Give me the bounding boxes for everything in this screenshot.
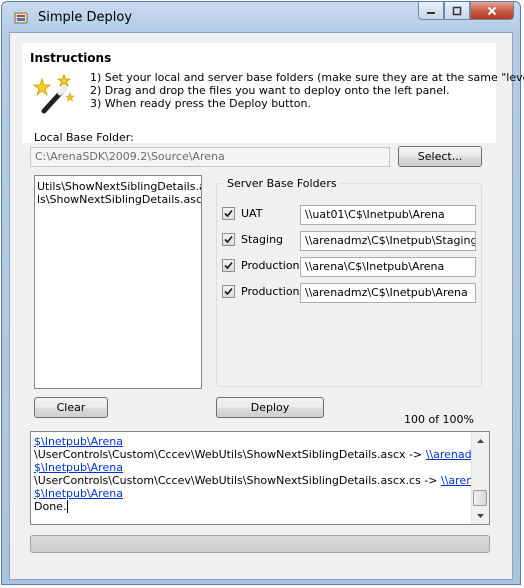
- arrow-up-icon: [477, 438, 484, 443]
- deploy-button[interactable]: Deploy: [216, 397, 324, 418]
- deploy-progress-bar: [30, 535, 490, 553]
- log-link[interactable]: \\arenadmz\C: [426, 448, 471, 461]
- maximize-button[interactable]: [444, 2, 470, 20]
- progress-status-text: 100 of 100%: [403, 413, 474, 426]
- select-folder-button[interactable]: Select...: [398, 146, 482, 167]
- instruction-line-2: 2) Drag and drop the files you want to d…: [90, 84, 450, 97]
- log-line: Done.​: [34, 500, 69, 513]
- minimize-icon: [427, 11, 435, 14]
- log-scrollbar[interactable]: [471, 432, 489, 524]
- production-1-path-input[interactable]: \\arena\C$\Inetpub\Arena: [300, 257, 476, 277]
- staging-checkbox[interactable]: [222, 233, 235, 246]
- production-1-checkbox[interactable]: [222, 259, 235, 272]
- log-line: \UserControls\Custom\Cccev\WebUtils\Show…: [34, 448, 471, 461]
- uat-checkbox[interactable]: [222, 207, 235, 220]
- app-icon: [14, 12, 28, 24]
- window-title: Simple Deploy: [38, 10, 133, 25]
- close-button[interactable]: [470, 2, 514, 20]
- staging-path-input[interactable]: \\arenadmz\C$\Inetpub\Staging\Arena: [300, 231, 476, 251]
- log-link[interactable]: \\arenadmz\C: [441, 474, 471, 487]
- instructions-panel: Instructions 1) Set your local and serve…: [22, 43, 524, 143]
- log-line: $\Inetpub\Arena: [34, 435, 471, 448]
- checkmark-icon: [224, 287, 233, 296]
- server-folders-title: Server Base Folders: [224, 177, 340, 190]
- scroll-up-arrow[interactable]: [472, 432, 489, 449]
- log-line: \UserControls\Custom\Cccev\WebUtils\Show…: [34, 474, 471, 487]
- production-1-label: Production: [241, 259, 300, 272]
- checkmark-icon: [224, 235, 233, 244]
- checkmark-icon: [224, 209, 233, 218]
- instruction-line-1: 1) Set your local and server base folder…: [90, 71, 524, 84]
- uat-label: UAT: [241, 207, 263, 220]
- log-link[interactable]: $\Inetpub\Arena: [34, 461, 123, 474]
- caption-buttons: [418, 2, 514, 22]
- deploy-file-list[interactable]: Utils\ShowNextSiblingDetails.ascx ls\Sho…: [34, 175, 202, 389]
- local-base-folder-label: Local Base Folder:: [34, 131, 134, 144]
- title-bar[interactable]: Simple Deploy: [2, 2, 520, 32]
- local-base-folder-input[interactable]: C:\ArenaSDK\2009.2\Source\Arena: [30, 147, 390, 167]
- magic-wand-icon: [32, 73, 75, 114]
- app-window: Simple Deploy Instructions 1) Set your l…: [1, 1, 524, 585]
- scroll-down-arrow[interactable]: [472, 507, 489, 524]
- client-area: Instructions 1) Set your local and serve…: [9, 32, 524, 580]
- scroll-thumb[interactable]: [473, 490, 487, 506]
- instruction-line-3: 3) When ready press the Deploy button.: [90, 97, 311, 110]
- close-icon: [487, 6, 497, 15]
- list-item[interactable]: Utils\ShowNextSiblingDetails.ascx: [37, 180, 201, 193]
- log-link[interactable]: $\Inetpub\Arena: [34, 435, 123, 448]
- checkmark-icon: [224, 261, 233, 270]
- minimize-button[interactable]: [418, 2, 444, 20]
- production-2-label: Production: [241, 285, 300, 298]
- log-line: $\Inetpub\Arena: [34, 487, 471, 500]
- list-item[interactable]: ls\ShowNextSiblingDetails.ascx.cs: [37, 193, 201, 206]
- progress-fill: [31, 536, 489, 552]
- log-output[interactable]: $\Inetpub\Arena \UserControls\Custom\Ccc…: [30, 431, 490, 525]
- production-2-checkbox[interactable]: [222, 285, 235, 298]
- instructions-title: Instructions: [30, 51, 112, 65]
- maximize-icon: [452, 6, 462, 15]
- log-content: $\Inetpub\Arena \UserControls\Custom\Ccc…: [34, 435, 471, 513]
- clear-button[interactable]: Clear: [34, 397, 108, 418]
- log-line: $\Inetpub\Arena: [34, 461, 471, 474]
- arrow-down-icon: [477, 513, 484, 518]
- production-2-path-input[interactable]: \\arenadmz\C$\Inetpub\Arena: [300, 283, 476, 303]
- log-link[interactable]: $\Inetpub\Arena: [34, 487, 123, 500]
- staging-label: Staging: [241, 233, 284, 246]
- text-cursor: ​: [67, 500, 69, 513]
- uat-path-input[interactable]: \\uat01\C$\Inetpub\Arena: [300, 205, 476, 225]
